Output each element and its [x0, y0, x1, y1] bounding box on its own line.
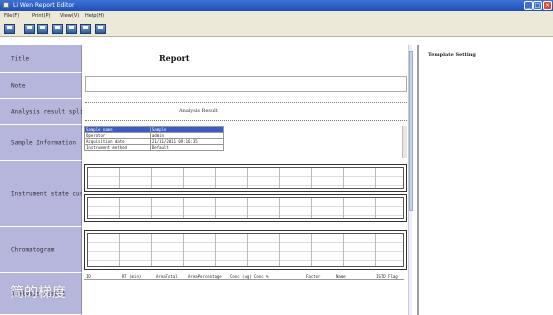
row-label: Chromatogram	[11, 246, 55, 253]
label-cell-instrument: Instrument state curv	[0, 161, 87, 227]
note-input[interactable]	[85, 76, 407, 92]
column-header: RT (min)	[122, 274, 142, 279]
app-icon	[3, 2, 9, 8]
column-header: Factor	[306, 274, 321, 279]
report-title[interactable]: Report	[159, 53, 190, 63]
chromatogram-plot	[84, 230, 407, 270]
instrument-curve-lower	[84, 194, 407, 222]
column-header: Name	[336, 274, 346, 279]
label-cell-chromatogram: Chromatogram	[0, 227, 82, 273]
result-table-header: ID RT (min) AreaTotal AreaPercentage Con…	[84, 274, 404, 280]
menu-view[interactable]: View(V)	[60, 13, 79, 19]
save-button[interactable]	[37, 24, 48, 34]
row-label: Analysis result split	[11, 108, 87, 115]
column-header: ISTD Flag	[376, 274, 398, 279]
preview-button[interactable]	[66, 24, 77, 34]
window-title: Li Wen Report Editor	[13, 2, 75, 9]
open-icon	[24, 24, 35, 34]
instrument-content	[82, 161, 407, 227]
split-divider-top	[85, 102, 407, 103]
graph-grid	[87, 197, 404, 219]
sample-scrollbar[interactable]	[402, 126, 407, 158]
column-header: AreaTotal	[156, 274, 178, 279]
row-label: Instrument state curv	[11, 190, 87, 197]
column-header: Conc (ug)	[230, 274, 252, 279]
print-icon	[52, 24, 63, 34]
label-cell-split: Analysis result split	[0, 99, 87, 125]
vertical-scrollbar[interactable]	[408, 45, 413, 315]
scrollbar-thumb[interactable]	[409, 51, 413, 211]
menu-bar: File(F) Print(P) View(V) Help(H)	[0, 11, 553, 21]
graph-grid	[87, 167, 404, 189]
preview-icon	[66, 24, 77, 34]
row-split: Analysis result split Analysis Result	[0, 99, 412, 125]
column-header: ID	[86, 274, 91, 279]
result-content: ID RT (min) AreaTotal AreaPercentage Con…	[82, 273, 407, 315]
label-cell-title: Title	[0, 45, 82, 73]
minimize-button[interactable]: _	[524, 1, 533, 10]
note-content	[82, 73, 407, 99]
row-chromatogram: Chromatogram	[0, 227, 412, 273]
split-content: Analysis Result	[82, 99, 407, 125]
new-icon	[4, 24, 15, 34]
export-button[interactable]	[80, 24, 91, 34]
row-note: Note	[0, 73, 412, 99]
column-header: AreaPercentage	[188, 274, 222, 279]
sample-table: Sample name Sample Operator admin Acquis…	[84, 126, 225, 151]
row-instrument-curve: Instrument state curv	[0, 161, 412, 227]
template-setting-panel: Template Setting	[417, 45, 553, 315]
table-row[interactable]: Instrument method Default	[84, 144, 225, 151]
split-divider-bottom	[85, 120, 407, 121]
print-button[interactable]	[52, 24, 63, 34]
close-button[interactable]: ×	[543, 1, 552, 10]
label-cell-sample: Sample Information	[0, 125, 82, 161]
label-cell-note: Note	[0, 73, 82, 99]
panel-title: Template Setting	[428, 52, 476, 58]
menu-print[interactable]: Print(P)	[32, 13, 50, 19]
open-button[interactable]	[24, 24, 35, 34]
row-label: Sample Information	[11, 139, 77, 146]
graph-grid	[87, 233, 404, 267]
title-content[interactable]: Report	[82, 45, 407, 73]
row-label: Note	[11, 82, 26, 89]
menu-help[interactable]: Help(H)	[85, 13, 104, 19]
row-sample-info: Sample Information Sample name Sample Op…	[0, 125, 412, 161]
column-header: Conc %	[254, 274, 269, 279]
report-template-area: Title Report Note Analysis result split …	[0, 45, 412, 315]
settings-button[interactable]	[95, 24, 106, 34]
maximize-button[interactable]: □	[533, 1, 542, 10]
title-bar: Li Wen Report Editor _ □ ×	[0, 0, 553, 11]
watermark: 简的梯度	[10, 285, 66, 301]
menu-file[interactable]: File(F)	[4, 13, 19, 19]
table-cell: Instrument method	[84, 144, 151, 151]
settings-icon	[95, 24, 106, 34]
instrument-curve-upper	[84, 164, 407, 192]
table-cell: Default	[149, 144, 225, 151]
toolbar	[0, 21, 553, 37]
export-icon	[80, 24, 91, 34]
sample-content: Sample name Sample Operator admin Acquis…	[82, 125, 407, 161]
new-button[interactable]	[4, 24, 15, 34]
row-title: Title Report	[0, 45, 412, 73]
split-text: Analysis Result	[179, 108, 218, 114]
row-label: Title	[11, 55, 30, 62]
save-icon	[37, 24, 48, 34]
chromatogram-content	[82, 227, 407, 273]
